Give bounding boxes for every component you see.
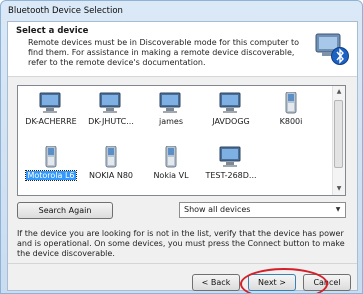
help-text: If the device you are looking for is not… [17, 229, 345, 258]
device-label: DK-JHUTC... [88, 117, 134, 126]
bluetooth-device-selection-window: Bluetooth Device Selection Select a devi… [0, 0, 363, 294]
device-item[interactable]: K800i [260, 92, 322, 126]
device-label: Motorola L6 [25, 170, 77, 181]
device-filter-select[interactable]: Show all devices ▼ [179, 202, 346, 218]
device-item[interactable]: Nokia VL [140, 146, 202, 180]
wizard-header: Select a device Remote devices must be i… [8, 22, 357, 77]
device-item[interactable]: james [140, 92, 202, 126]
next-button-highlight-ring [240, 268, 328, 293]
scroll-up-icon[interactable]: ▲ [333, 86, 345, 98]
search-again-button[interactable]: Search Again [17, 202, 113, 219]
header-description: Remote devices must be in Discoverable m… [28, 38, 300, 67]
device-item[interactable]: NOKIA N80 [80, 146, 142, 180]
computer-icon [39, 92, 61, 113]
device-item[interactable]: DK-JHUTC... [80, 92, 142, 126]
computer-icon [99, 92, 121, 113]
computer-icon [219, 92, 241, 113]
header-title: Select a device [16, 26, 89, 36]
footer-divider [8, 263, 357, 264]
phone-icon [285, 92, 297, 114]
device-label: K800i [279, 117, 303, 126]
computer-icon [159, 92, 181, 113]
bluetooth-computer-icon [315, 33, 349, 65]
device-item[interactable]: JAVDOGG [200, 92, 262, 126]
device-label: TEST-268D... [205, 171, 257, 180]
title-bar[interactable]: Bluetooth Device Selection [1, 1, 362, 21]
device-label: NOKIA N80 [88, 171, 134, 180]
phone-icon [165, 146, 177, 168]
device-label: Nokia VL [153, 171, 189, 180]
device-filter-value: Show all devices [184, 205, 251, 214]
window-title: Bluetooth Device Selection [8, 6, 123, 16]
device-item[interactable]: DK-ACHERRE [20, 92, 82, 126]
phone-icon [45, 146, 57, 168]
device-label: JAVDOGG [212, 117, 250, 126]
device-item[interactable]: Motorola L6 [20, 146, 82, 181]
device-label: james [158, 117, 183, 126]
back-button[interactable]: < Back [192, 274, 240, 291]
device-item[interactable]: TEST-268D... [200, 146, 262, 180]
device-list-scrollbar[interactable]: ▲ ▼ [332, 86, 345, 195]
dropdown-arrow-icon: ▼ [335, 206, 341, 213]
dialog-body: Select a device Remote devices must be i… [7, 21, 358, 293]
scroll-thumb[interactable] [334, 100, 343, 168]
device-label: DK-ACHERRE [25, 117, 77, 126]
computer-icon [219, 146, 241, 167]
device-list[interactable]: DK-ACHERRE DK-JHUTC... james JAVDOGG K80… [17, 85, 346, 196]
phone-icon [105, 146, 117, 168]
scroll-down-icon[interactable]: ▼ [333, 183, 345, 195]
